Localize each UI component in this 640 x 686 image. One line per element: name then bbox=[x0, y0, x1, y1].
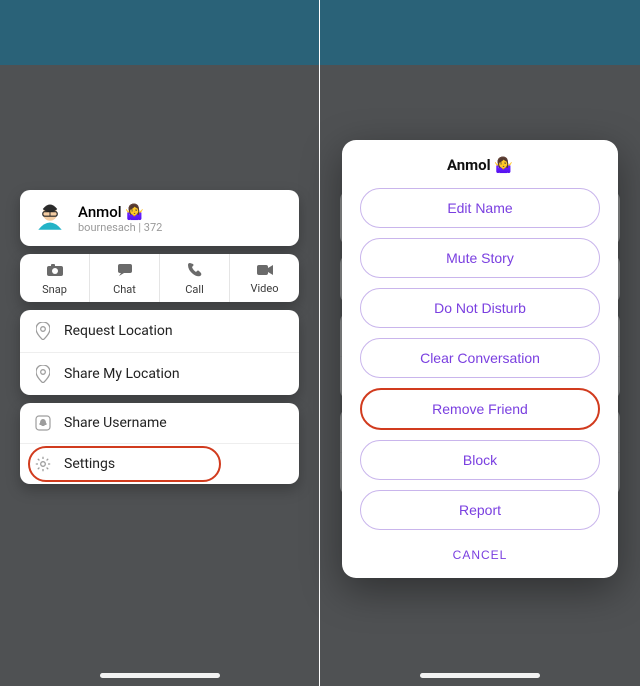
chat-icon bbox=[117, 263, 133, 280]
remove-friend-button[interactable]: Remove Friend bbox=[360, 388, 600, 430]
gear-icon bbox=[34, 456, 52, 472]
cancel-button[interactable]: CANCEL bbox=[360, 540, 600, 564]
video-button[interactable]: Video bbox=[229, 254, 299, 302]
camera-icon bbox=[46, 263, 64, 280]
home-indicator[interactable] bbox=[420, 673, 540, 678]
chat-button[interactable]: Chat bbox=[89, 254, 159, 302]
profile-tag: bournesach | 372 bbox=[78, 221, 162, 234]
friend-settings-modal: Anmol 🤷‍♀️ Edit Name Mute Story Do Not D… bbox=[342, 140, 618, 578]
highlight-ring bbox=[28, 446, 221, 482]
home-indicator[interactable] bbox=[100, 673, 220, 678]
call-button[interactable]: Call bbox=[159, 254, 229, 302]
snap-label: Snap bbox=[42, 283, 67, 296]
share-location-item[interactable]: Share My Location bbox=[20, 352, 299, 395]
clear-conversation-button[interactable]: Clear Conversation bbox=[360, 338, 600, 378]
report-button[interactable]: Report bbox=[360, 490, 600, 530]
screenshot-right: S o Anmol 🤷‍♀️ Edit Name Mute Story Do N… bbox=[320, 0, 640, 686]
screenshot-left: Anmol 🤷‍♀️ bournesach | 372 Snap Chat bbox=[0, 0, 320, 686]
block-button[interactable]: Block bbox=[360, 440, 600, 480]
modal-title-emoji: 🤷‍♀️ bbox=[494, 156, 513, 174]
ghost-icon bbox=[34, 415, 52, 431]
share-username-item[interactable]: Share Username bbox=[20, 403, 299, 443]
do-not-disturb-button[interactable]: Do Not Disturb bbox=[360, 288, 600, 328]
profile-emoji: 🤷‍♀️ bbox=[125, 203, 144, 221]
request-location-item[interactable]: Request Location bbox=[20, 310, 299, 352]
profile-name: Anmol bbox=[78, 203, 122, 221]
settings-item[interactable]: Settings bbox=[20, 443, 299, 484]
share-username-label: Share Username bbox=[64, 415, 167, 431]
modal-title: Anmol 🤷‍♀️ bbox=[360, 156, 600, 174]
location-card: Request Location Share My Location bbox=[20, 310, 299, 395]
call-label: Call bbox=[185, 283, 204, 296]
friend-action-sheet: Anmol 🤷‍♀️ bournesach | 372 Snap Chat bbox=[20, 190, 299, 484]
edit-name-button[interactable]: Edit Name bbox=[360, 188, 600, 228]
video-label: Video bbox=[251, 282, 279, 295]
action-row: Snap Chat Call Video bbox=[20, 254, 299, 302]
snap-button[interactable]: Snap bbox=[20, 254, 89, 302]
location-pin-icon bbox=[34, 365, 52, 383]
avatar bbox=[32, 200, 68, 236]
request-location-label: Request Location bbox=[64, 323, 173, 339]
settings-label: Settings bbox=[64, 456, 115, 472]
location-pin-icon bbox=[34, 322, 52, 340]
video-icon bbox=[256, 264, 274, 279]
more-card: Share Username Settings bbox=[20, 403, 299, 484]
share-location-label: Share My Location bbox=[64, 366, 180, 382]
chat-label: Chat bbox=[113, 283, 136, 296]
mute-story-button[interactable]: Mute Story bbox=[360, 238, 600, 278]
profile-card[interactable]: Anmol 🤷‍♀️ bournesach | 372 bbox=[20, 190, 299, 246]
profile-text: Anmol 🤷‍♀️ bournesach | 372 bbox=[78, 203, 162, 234]
modal-title-name: Anmol bbox=[447, 156, 491, 174]
phone-icon bbox=[187, 262, 202, 280]
